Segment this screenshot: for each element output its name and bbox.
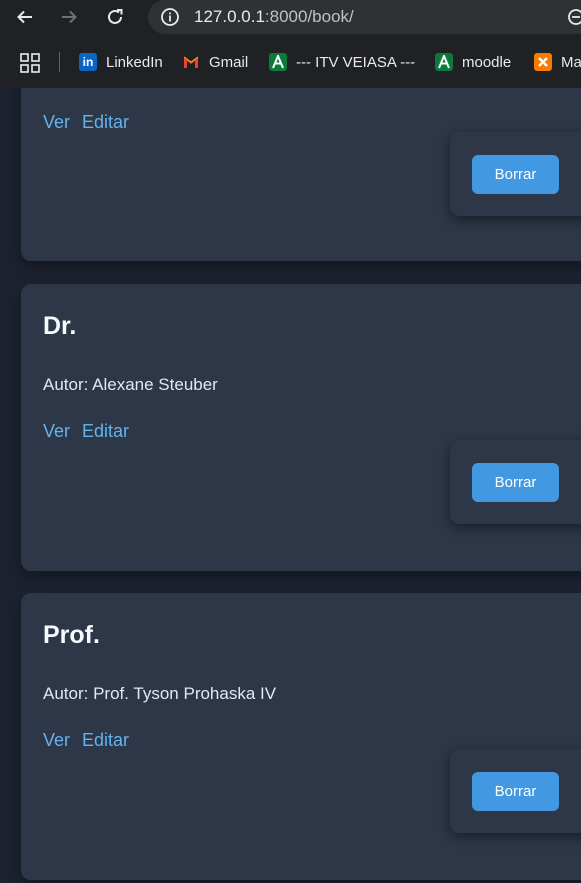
- book-card: Prof. Autor: Prof. Tyson Prohaska IV Ver…: [21, 593, 581, 880]
- delete-button[interactable]: Borrar: [472, 155, 559, 194]
- edit-link[interactable]: Editar: [82, 112, 129, 133]
- bookmark-gmail[interactable]: Gmail: [182, 50, 248, 74]
- book-actions: Ver Editar: [43, 112, 129, 133]
- forward-arrow-icon: [62, 10, 77, 24]
- url-path: :8000/book/: [264, 7, 354, 26]
- book-author: Autor: Prof. Tyson Prohaska IV: [43, 684, 277, 703]
- bookmark-itv-veiasa[interactable]: --- ITV VEIASA ---: [269, 50, 415, 74]
- delete-button[interactable]: Borrar: [472, 463, 559, 502]
- delete-form: Borrar: [450, 749, 581, 833]
- book-title: Dr.: [43, 312, 77, 340]
- bookmarks-divider: [59, 52, 60, 72]
- book-title: Prof.: [43, 621, 100, 649]
- moodle-icon: [435, 53, 453, 71]
- bookmark-label: moodle: [462, 53, 512, 71]
- reload-button[interactable]: [102, 4, 128, 30]
- site-info-icon[interactable]: [160, 7, 180, 27]
- view-link[interactable]: Ver: [43, 730, 70, 751]
- back-arrow-icon: [17, 10, 32, 24]
- book-card: Ver Editar Borrar: [21, 88, 581, 261]
- linkedin-icon: in: [79, 53, 97, 71]
- edit-link[interactable]: Editar: [82, 730, 129, 751]
- book-actions: Ver Editar: [43, 730, 129, 751]
- xampp-icon: [534, 53, 552, 71]
- bookmark-label: LinkedIn: [106, 53, 163, 71]
- reload-icon: [108, 9, 123, 24]
- bookmark-label: Gmail: [209, 53, 249, 71]
- navigation-bar: 127.0.0.1:8000/book/: [0, 0, 581, 34]
- bookmark-xampp[interactable]: Ma: [534, 50, 581, 74]
- view-link[interactable]: Ver: [43, 112, 70, 133]
- book-list-page: Ver Editar Borrar Dr. Autor: Alexane Ste…: [0, 88, 581, 883]
- view-link[interactable]: Ver: [43, 421, 70, 442]
- book-author: Autor: Alexane Steuber: [43, 375, 218, 394]
- bookmark-label: --- ITV VEIASA ---: [296, 53, 416, 71]
- edit-link[interactable]: Editar: [82, 421, 129, 442]
- delete-form: Borrar: [450, 440, 581, 524]
- book-card: Dr. Autor: Alexane Steuber Ver Editar Bo…: [21, 284, 581, 571]
- bookmarks-bar: in LinkedIn Gmail --- ITV VEIASA --- moo…: [0, 44, 581, 80]
- url-host: 127.0.0.1: [194, 7, 265, 26]
- book-actions: Ver Editar: [43, 421, 129, 442]
- forward-button[interactable]: [56, 4, 82, 30]
- bookmark-linkedin[interactable]: in LinkedIn: [79, 50, 163, 74]
- delete-button[interactable]: Borrar: [472, 772, 559, 811]
- bookmark-moodle[interactable]: moodle: [435, 50, 511, 74]
- itv-veiasa-icon: [269, 53, 287, 71]
- bookmark-label: Ma: [561, 53, 581, 71]
- url-text[interactable]: 127.0.0.1:8000/book/: [194, 7, 354, 27]
- address-bar[interactable]: 127.0.0.1:8000/book/: [148, 0, 581, 34]
- back-button[interactable]: [12, 4, 38, 30]
- gmail-icon: [183, 56, 199, 68]
- browser-chrome: 127.0.0.1:8000/book/ in LinkedIn Gmail -…: [0, 0, 581, 88]
- delete-form: Borrar: [450, 132, 581, 216]
- zoom-out-icon[interactable]: [567, 8, 581, 26]
- apps-grid-icon[interactable]: [20, 53, 40, 73]
